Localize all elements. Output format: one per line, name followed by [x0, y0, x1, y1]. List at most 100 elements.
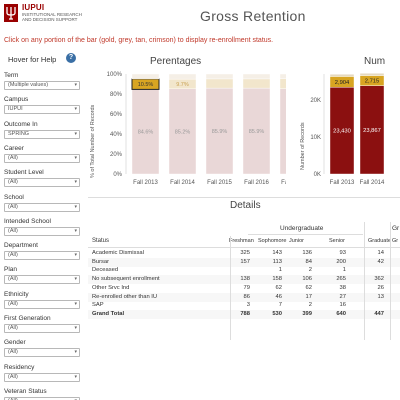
value-cell: 788 [240, 310, 250, 317]
bar-segment[interactable] [359, 73, 385, 76]
org-name: IUPUI [22, 3, 45, 12]
chevron-down-icon: ▾ [74, 325, 77, 331]
data-label: 23,430 [333, 129, 351, 135]
filter-dropdown[interactable]: (All) ▾ [4, 202, 80, 212]
y-tick-label: 0K [314, 172, 321, 178]
filter-value: IUPUI [8, 106, 23, 113]
value-cell: 27 [339, 293, 346, 300]
filter-residency: Residency (All) ▾ [4, 364, 80, 382]
value-cell: 1 [342, 267, 346, 274]
filter-campus: Campus IUPUI ▾ [4, 96, 80, 115]
column-header-senior: Senior [329, 238, 345, 244]
filter-veteran-status: Veteran Status(All)▾ [4, 388, 80, 400]
data-label: 9.7% [176, 82, 189, 88]
y-tick-label: 20% [110, 152, 123, 158]
filter-label: Intended School [4, 217, 51, 225]
filter-dropdown[interactable]: (All) ▾ [4, 299, 80, 309]
filter-dropdown[interactable]: (All) ▾ [4, 348, 80, 358]
table-row: Re-enrolled other than IU 86 46 17 27 13 [88, 292, 400, 302]
filter-value: (All) [8, 373, 18, 380]
value-cell: 157 [240, 258, 250, 265]
bar-segment[interactable] [279, 73, 286, 79]
filter-dropdown[interactable]: (All) ▾ [4, 275, 80, 285]
column-header-sophomore: Sophomore [258, 238, 287, 244]
value-cell: 13 [377, 293, 384, 300]
chevron-down-icon: ▾ [74, 130, 77, 137]
filter-dropdown[interactable]: (All) ▾ [4, 324, 80, 333]
column-header-junior: Junior [289, 238, 304, 244]
filter-dropdown[interactable]: SPRING ▾ [4, 129, 80, 139]
help-label: Hover for Help [8, 55, 57, 64]
filter-dropdown[interactable]: IUPUI ▾ [4, 105, 80, 115]
filter-dropdown[interactable]: (All) ▾ [4, 251, 80, 261]
filter-dropdown[interactable]: (All) ▾ [4, 153, 80, 163]
chevron-down-icon: ▾ [74, 373, 77, 380]
data-label: 85.2% [175, 129, 191, 135]
x-tick-label: Fall 2014 [170, 180, 195, 186]
bar-segment[interactable] [205, 73, 234, 80]
x-tick-label: Fall 2013 [330, 180, 355, 186]
filter-intended-school: Intended School (All) ▾ [4, 218, 80, 236]
x-tick-label: Fall 2014 [360, 180, 385, 186]
data-label: 2,904 [335, 80, 350, 86]
value-cell: 530 [272, 310, 282, 317]
status-cell: Deceased [92, 267, 119, 274]
value-cell: 3 [246, 302, 250, 309]
numbers-chart[interactable]: 0K 10K 20K 23,430 2,904 Fall 2013 23,867 2,715 F… [308, 66, 400, 196]
table-row: Deceased 1 2 1 [88, 266, 400, 275]
value-cell: 325 [240, 250, 250, 256]
filter-sidebar: Hover for Help ? Term (Multiple values) ▾ C… [0, 50, 84, 400]
chevron-down-icon: ▾ [74, 154, 77, 161]
percentages-chart[interactable]: 0% 20% 40% 60% 80% 100% 84.6% 10.5% Fall 2013 85.… [96, 66, 286, 196]
filter-ethnicity: Ethnicity (All) ▾ [4, 291, 80, 309]
question-icon[interactable]: ? [66, 53, 76, 63]
data-label: 10.5% [138, 82, 154, 88]
filter-term: Term (Multiple values) ▾ [4, 72, 80, 90]
column-header-graduate: Graduate [368, 238, 391, 244]
chevron-down-icon: ▾ [74, 106, 77, 113]
bar-segment[interactable] [279, 78, 286, 89]
value-cell: 265 [336, 276, 346, 283]
filter-dropdown[interactable]: (All) ▾ [4, 372, 80, 382]
y-tick-label: 10K [310, 135, 321, 141]
filter-student-level: Student Level (All) ▾ [4, 169, 80, 188]
bar-segment[interactable] [329, 74, 355, 77]
filter-label: Department [4, 242, 38, 250]
value-cell: 62 [305, 284, 312, 291]
chevron-down-icon: ▾ [74, 300, 77, 307]
status-cell: Bursar [92, 258, 110, 265]
y-tick-label: 40% [110, 132, 123, 138]
vertical-divider [390, 222, 391, 340]
filter-school: School (All) ▾ [4, 194, 80, 212]
bar-segment[interactable] [242, 78, 271, 89]
bar-segment[interactable] [168, 73, 197, 80]
bar-segment[interactable] [205, 78, 234, 89]
value-cell: 1 [278, 267, 282, 274]
x-tick-label: Fall 2015 [207, 180, 232, 186]
data-label: 23,867 [363, 128, 381, 134]
value-cell: 158 [272, 276, 282, 283]
filter-dropdown[interactable]: (All) ▾ [4, 178, 80, 188]
filter-dropdown[interactable]: (Multiple values) ▾ [4, 81, 80, 90]
value-cell: 17 [305, 293, 312, 300]
bar-segment[interactable] [131, 73, 160, 80]
value-cell: 7 [278, 302, 282, 309]
filter-gender: Gender (All) ▾ [4, 339, 80, 358]
y-tick-label: 0% [113, 172, 122, 178]
x-tick-label: Fall 2013 [133, 180, 158, 186]
value-cell: 2 [308, 267, 312, 274]
filter-label: Term [4, 72, 19, 79]
bar-segment[interactable] [242, 73, 271, 80]
value-cell: 447 [374, 310, 384, 317]
status-cell: Grand Total [92, 310, 125, 317]
filter-first-generation: First Generation (All) ▾ [4, 315, 80, 333]
filter-value: SPRING [8, 130, 30, 137]
filter-label: School [4, 193, 24, 201]
filter-dropdown[interactable]: (All) ▾ [4, 226, 80, 236]
vertical-divider [364, 222, 365, 340]
trident-icon [6, 7, 16, 20]
filter-label: Plan [4, 266, 18, 274]
data-label: 2,715 [365, 79, 380, 85]
value-cell: 640 [336, 310, 346, 317]
status-cell: SAP [92, 302, 104, 309]
